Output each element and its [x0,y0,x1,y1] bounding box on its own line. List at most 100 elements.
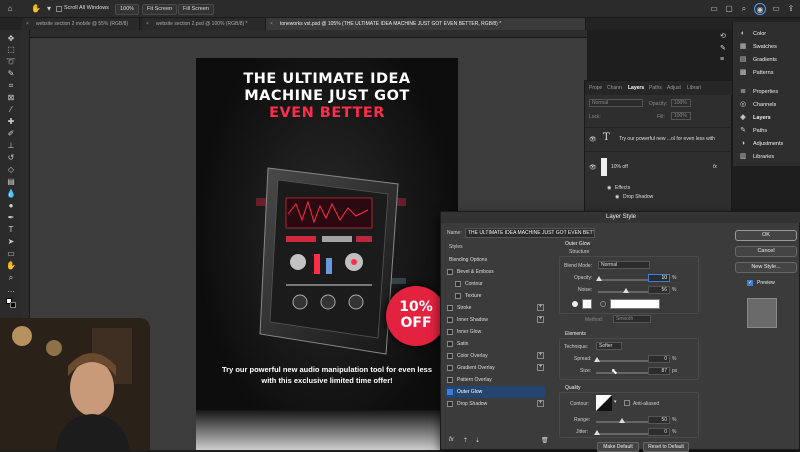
close-icon[interactable]: × [270,18,273,30]
trash-icon[interactable]: 🗑 [541,437,549,444]
crop-tool-icon[interactable]: ⌗ [6,81,16,91]
visibility-eye-icon[interactable]: 👁 [589,164,597,171]
dock-paths[interactable]: ✎ Paths [737,125,799,137]
add-style-icon[interactable]: + [537,316,544,323]
more-tools-icon[interactable]: … [6,285,16,295]
poster-artboard[interactable]: THE ULTIMATE IDEA MACHINE JUST GOT EVEN … [196,58,458,450]
fx-badge[interactable]: fx [713,164,717,170]
new-style-button[interactable]: New Style... [735,262,797,273]
make-default-button[interactable]: Make Default [597,442,639,452]
fill-input[interactable]: 100% [671,112,691,120]
hand-tool-icon[interactable]: ✋ [6,261,16,271]
dock-layers[interactable]: ◈ Layers [737,112,799,124]
dock-properties[interactable]: ≣ Properties [737,86,799,98]
close-icon[interactable]: × [26,18,29,30]
tab-layers[interactable]: Layers [628,81,644,95]
style-row[interactable]: Bevel & Emboss [445,266,545,278]
background-color-swatch[interactable] [10,302,16,308]
user-icon[interactable]: ◉ [754,3,766,15]
blur-tool-icon[interactable]: 💧 [6,189,16,199]
dialog-title[interactable]: Layer Style [441,212,800,223]
noise-input[interactable]: 56 [648,286,670,294]
style-row[interactable]: Inner Glow [445,326,545,338]
style-row[interactable]: Texture [445,290,545,302]
range-slider[interactable] [596,418,648,423]
jitter-slider[interactable] [594,430,648,435]
hand-tool-icon[interactable]: ✋ [30,3,42,15]
gradient-radio[interactable] [600,301,606,307]
tab-toneworks[interactable]: × toneworks vst.psd @ 105% (THE ULTIMATE … [266,18,586,30]
spread-slider-knob[interactable] [594,357,600,362]
chevron-down-icon[interactable]: ▾ [614,399,617,405]
opacity-input[interactable]: 10 [648,274,670,282]
color-radio[interactable] [572,301,578,307]
style-checkbox[interactable] [447,305,453,311]
move-tool-icon[interactable]: ✥ [6,34,16,44]
lasso-tool-icon[interactable]: ➰ [6,57,16,67]
style-checkbox[interactable] [447,365,453,371]
chevron-down-icon[interactable]: ▾ [46,3,52,15]
blend-mode-select[interactable]: Normal [589,99,643,107]
tab-mobile[interactable]: × website section 2 mobile @ 55% (RGB/8) [22,18,140,30]
brush-settings-icon[interactable]: ≡ [720,56,724,63]
style-checkbox[interactable] [447,341,453,347]
style-row[interactable]: Outer Glow [445,386,545,398]
range-slider-knob[interactable] [619,418,625,423]
style-checkbox[interactable] [447,377,453,383]
style-checkbox[interactable] [447,269,453,275]
fx-menu-button[interactable]: fx [449,437,454,443]
size-input[interactable]: 87 [648,367,670,375]
frame-tool-icon[interactable]: ⊠ [6,93,16,103]
spread-input[interactable]: 0 [648,355,670,363]
style-row[interactable]: Gradient Overlay + [445,362,545,374]
glow-gradient-swatch[interactable] [610,299,660,309]
clone-stamp-icon[interactable]: ⊥ [6,141,16,151]
tab-properties[interactable]: Prope [589,81,602,95]
dock-channels[interactable]: ◎ Channels [737,99,799,111]
eyedropper-icon[interactable]: ⁄ [6,105,16,115]
style-checkbox[interactable] [455,293,461,299]
noise-slider[interactable] [598,288,648,293]
style-checkbox[interactable] [447,317,453,323]
opacity-slider[interactable] [596,276,648,281]
type-tool-icon[interactable]: T [6,225,16,235]
style-row[interactable]: Pattern Overlay [445,374,545,386]
style-row[interactable]: Color Overlay + [445,350,545,362]
workspace-icon[interactable]: ▭ [770,3,782,15]
tab-libraries[interactable]: Librari [687,81,701,95]
cancel-button[interactable]: Cancel [735,246,797,257]
tab-paths[interactable]: Paths [649,81,662,95]
add-style-icon[interactable]: + [537,400,544,407]
close-icon[interactable]: × [146,18,149,30]
effect-drop-shadow-row[interactable]: ◉ Drop Shadow [585,192,733,202]
dock-color[interactable]: ◐ Color [737,28,799,40]
brush-tool-icon[interactable]: ✐ [6,129,16,139]
layer-row-10off[interactable]: 👁 10% off fx [585,151,733,181]
style-row[interactable]: Drop Shadow + [445,398,545,410]
rectangle-tool-icon[interactable]: ▭ [6,249,16,259]
jitter-slider-knob[interactable] [594,430,600,435]
visibility-eye-icon[interactable]: 👁 [589,136,597,143]
gradient-tool-icon[interactable]: ▤ [6,177,16,187]
style-row[interactable]: Contour [445,278,545,290]
style-checkbox[interactable] [447,401,453,407]
style-checkbox[interactable] [447,389,453,395]
contour-preview[interactable] [596,395,612,411]
pen-tool-icon[interactable]: ✒ [6,213,16,223]
anti-aliased-checkbox[interactable] [624,400,630,406]
quick-select-icon[interactable]: ✎ [6,69,16,79]
dock-patterns[interactable]: ▩ Patterns [737,67,799,79]
path-select-icon[interactable]: ➤ [6,237,16,247]
jitter-input[interactable]: 0 [648,428,670,436]
tab-section2[interactable]: × website section 2.psd @ 100% (RGB/8) * [142,18,266,30]
tab-adjustments[interactable]: Adjust [667,81,681,95]
home-icon[interactable]: ⌂ [4,3,16,15]
zoom-100-button[interactable]: 100% [115,4,140,15]
dock-swatches[interactable]: ▦ Swatches [737,41,799,53]
move-down-icon[interactable]: ⇣ [475,437,480,444]
eye-icon[interactable]: ◉ [607,185,611,191]
glow-color-swatch[interactable] [582,299,592,309]
style-checkbox[interactable] [447,329,453,335]
spread-slider[interactable] [594,357,648,362]
marquee-tool-icon[interactable]: ⬚ [6,45,16,55]
